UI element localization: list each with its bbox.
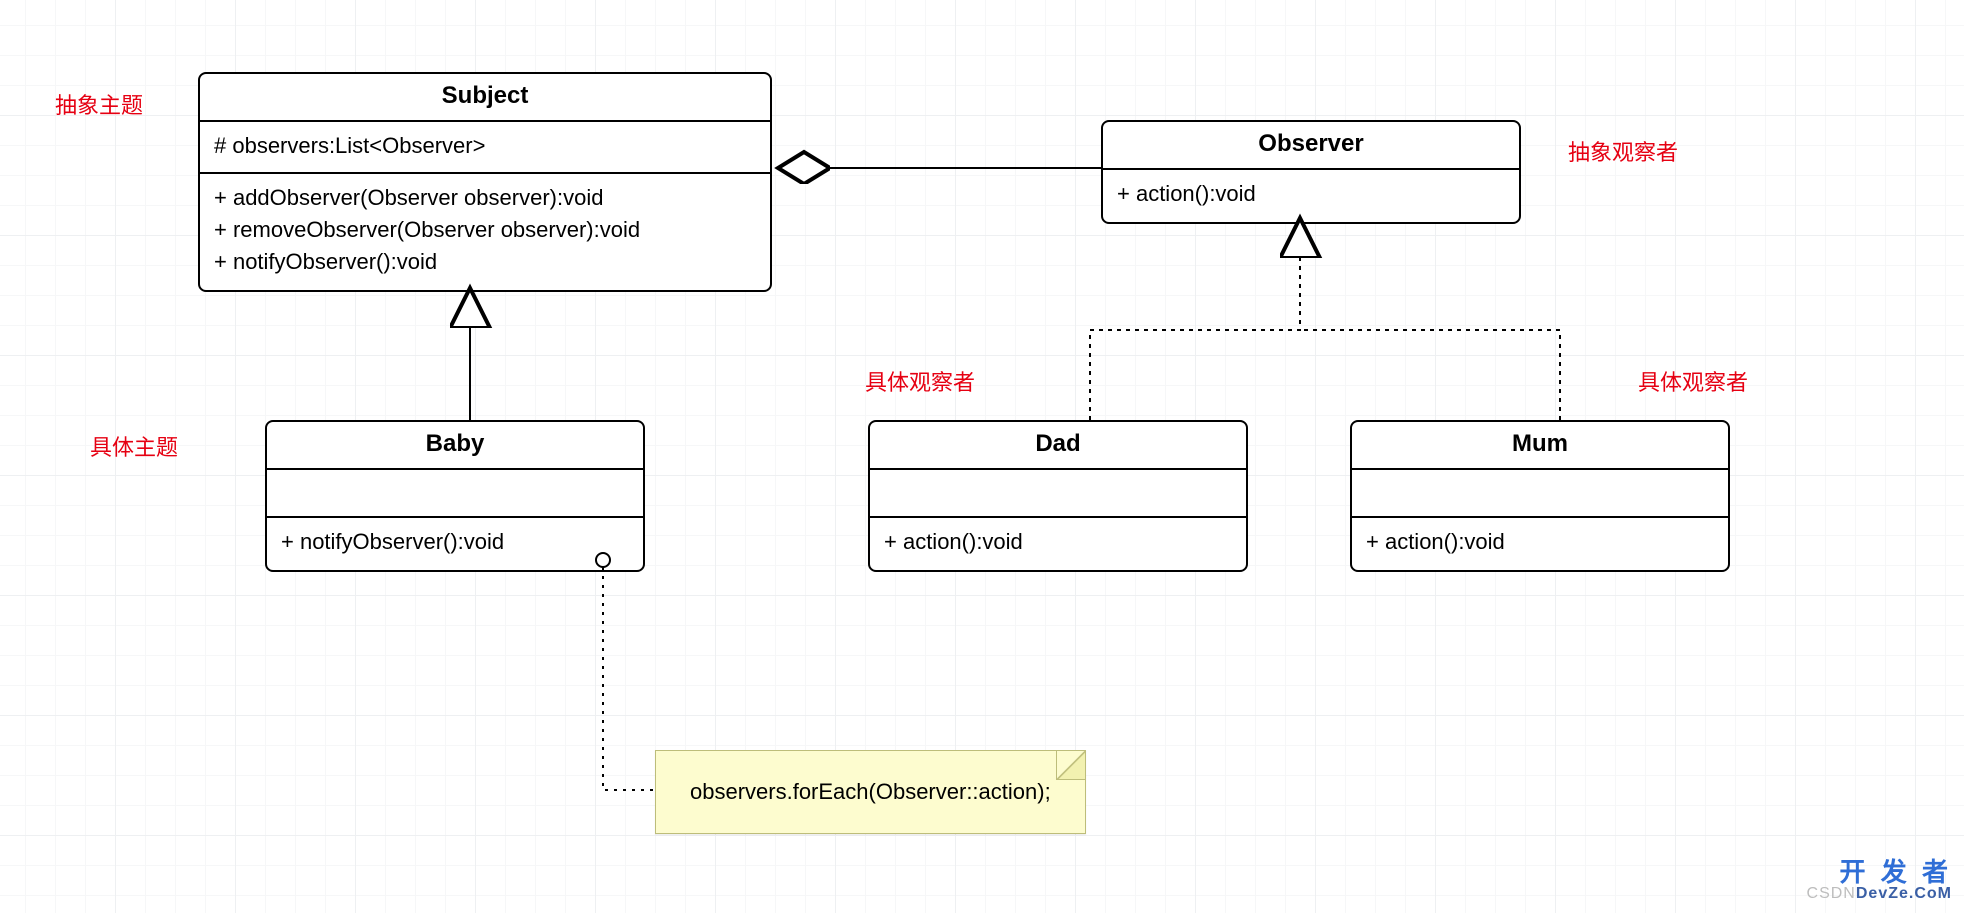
class-operations: + addObserver(Observer observer):void + … bbox=[200, 174, 770, 290]
attr-row: # observers:List<Observer> bbox=[214, 130, 756, 162]
op-row: + notifyObserver():void bbox=[281, 526, 629, 558]
note-text: observers.forEach(Observer::action); bbox=[690, 779, 1051, 804]
class-dad: Dad + action():void bbox=[868, 420, 1248, 572]
class-operations: + action():void bbox=[1352, 518, 1728, 570]
note-anchor-line bbox=[603, 567, 655, 790]
op-row: + action():void bbox=[1366, 526, 1714, 558]
class-title: Dad bbox=[870, 422, 1246, 470]
watermark-line2: CSDNDevZe.CoM bbox=[1807, 885, 1952, 903]
class-subject: Subject # observers:List<Observer> + add… bbox=[198, 72, 772, 292]
label-concrete-observer-right: 具体观察者 bbox=[1638, 365, 1748, 397]
class-title: Baby bbox=[267, 422, 643, 470]
class-attributes bbox=[1352, 470, 1728, 518]
op-row: + removeObserver(Observer observer):void bbox=[214, 214, 756, 246]
diagram-canvas: 抽象主题 具体主题 抽象观察者 具体观察者 具体观察者 Subject # ob… bbox=[0, 0, 1964, 913]
class-operations: + action():void bbox=[1103, 170, 1519, 222]
class-title: Subject bbox=[200, 74, 770, 122]
class-attributes bbox=[267, 470, 643, 518]
relation-dad-implements-observer bbox=[1090, 244, 1300, 420]
class-operations: + action():void bbox=[870, 518, 1246, 570]
class-attributes: # observers:List<Observer> bbox=[200, 122, 770, 174]
label-concrete-subject: 具体主题 bbox=[90, 430, 178, 462]
label-abstract-subject: 抽象主题 bbox=[55, 88, 143, 120]
class-title: Observer bbox=[1103, 122, 1519, 170]
op-row: + notifyObserver():void bbox=[214, 246, 756, 278]
class-title: Mum bbox=[1352, 422, 1728, 470]
class-mum: Mum + action():void bbox=[1350, 420, 1730, 572]
class-observer: Observer + action():void bbox=[1101, 120, 1521, 224]
watermark: 开 发 者 CSDNDevZe.CoM bbox=[1807, 859, 1952, 903]
class-attributes bbox=[870, 470, 1246, 518]
op-row: + action():void bbox=[1117, 178, 1505, 210]
class-baby: Baby + notifyObserver():void bbox=[265, 420, 645, 572]
class-operations: + notifyObserver():void bbox=[267, 518, 643, 570]
label-concrete-observer-left: 具体观察者 bbox=[865, 365, 975, 397]
note-fold-icon bbox=[1056, 751, 1085, 780]
uml-note: observers.forEach(Observer::action); bbox=[655, 750, 1086, 834]
label-abstract-observer: 抽象观察者 bbox=[1568, 135, 1678, 167]
op-row: + addObserver(Observer observer):void bbox=[214, 182, 756, 214]
op-row: + action():void bbox=[884, 526, 1232, 558]
watermark-line1: 开 发 者 bbox=[1807, 859, 1952, 885]
relation-mum-implements-observer bbox=[1300, 330, 1560, 420]
